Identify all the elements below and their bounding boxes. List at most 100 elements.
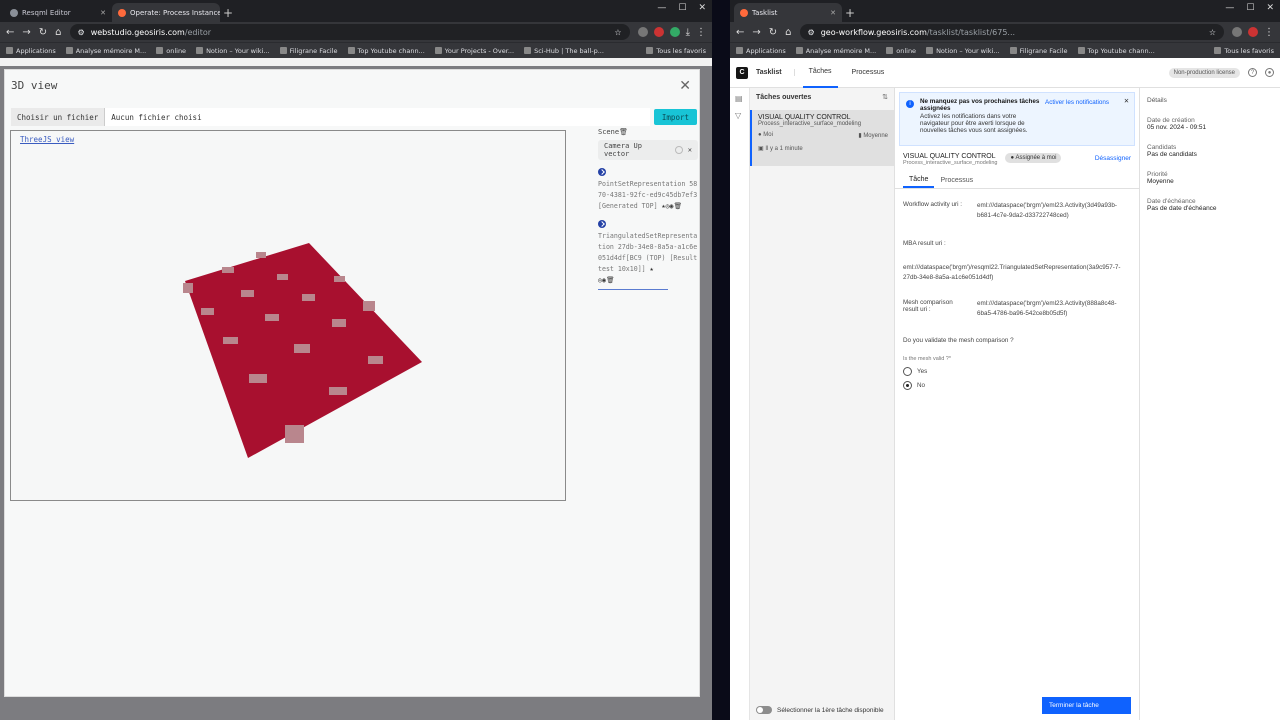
radio-no[interactable]: No <box>903 381 1131 390</box>
extension-icon[interactable] <box>1232 27 1242 37</box>
extension-icon[interactable] <box>1248 27 1258 37</box>
site-info-icon[interactable]: ⚙ <box>808 28 815 37</box>
trash-icon[interactable]: 🗑 <box>606 276 614 284</box>
site-info-icon[interactable]: ⚙ <box>78 28 85 37</box>
camera-up-checkbox[interactable] <box>674 146 683 154</box>
tab-resqml-editor[interactable]: Resqml Editor ✕ <box>4 3 112 22</box>
all-bookmarks[interactable]: Tous les favoris <box>1214 47 1274 55</box>
home-icon[interactable]: ⌂ <box>55 27 61 38</box>
enable-notifications-link[interactable]: Activer les notifications <box>1045 99 1109 106</box>
point-marker <box>285 425 304 443</box>
list-view-icon[interactable]: ▤ <box>730 88 749 109</box>
bookmark-item[interactable]: Filigrane Facile <box>1009 47 1068 55</box>
minimize-icon[interactable]: — <box>657 3 666 13</box>
minimize-icon[interactable]: — <box>1225 3 1234 13</box>
bookmark-item[interactable]: online <box>156 47 186 55</box>
forward-icon[interactable]: → <box>22 27 30 38</box>
url-path: /tasklist/tasklist/675... <box>926 27 1016 37</box>
tab-task[interactable]: Tâche <box>903 173 935 188</box>
task-card[interactable]: VISUAL QUALITY CONTROL Process_interacti… <box>750 110 894 166</box>
complete-task-button[interactable]: Terminer la tâche <box>1042 697 1131 714</box>
priority-value: Moyenne <box>1147 178 1174 185</box>
point-marker <box>249 374 267 383</box>
bookmark-item[interactable]: online <box>886 47 916 55</box>
radio-button[interactable] <box>903 367 912 376</box>
unassign-button[interactable]: Désassigner <box>1095 153 1131 162</box>
new-tab-button[interactable]: + <box>842 4 858 22</box>
tab-process[interactable]: Processus <box>934 173 979 188</box>
extension-icon[interactable] <box>669 27 680 37</box>
bookmark-item[interactable]: Applications <box>6 47 56 55</box>
field-label: MBA result uri : <box>903 240 946 247</box>
bookmark-item[interactable]: Top Youtube chann... <box>347 47 425 55</box>
surface-render <box>183 243 422 458</box>
star-icon[interactable]: ☆ <box>614 28 621 37</box>
radio-yes[interactable]: Yes <box>903 367 1131 376</box>
new-tab-button[interactable]: + <box>220 4 236 22</box>
close-window-icon[interactable]: ✕ <box>698 3 706 13</box>
tab-operate[interactable]: Operate: Process Instance 675 ✕ <box>112 3 220 22</box>
close-window-icon[interactable]: ✕ <box>1266 3 1274 13</box>
3d-viewport[interactable]: ThreeJS view <box>10 130 566 501</box>
maximize-icon[interactable]: ☐ <box>678 3 686 13</box>
nav-tasks[interactable]: Tâches <box>802 58 838 88</box>
tab-strip: Tasklist ✕ + — ☐ ✕ <box>730 0 1280 22</box>
file-input-row: Choisir un fichier Aucun fichier choisi … <box>11 108 697 126</box>
visible-toggle-icon[interactable] <box>598 220 606 228</box>
details-panel: Détails Date de création 05 nov. 2024 - … <box>1139 88 1280 720</box>
extension-icon[interactable] <box>637 27 648 37</box>
address-bar[interactable]: ⚙ webstudio.geosiris.com/editor ☆ <box>69 24 630 40</box>
app-name: Tasklist <box>756 69 795 76</box>
star-icon[interactable]: ☆ <box>1209 28 1216 37</box>
nav-processes[interactable]: Processus <box>846 58 891 88</box>
bookmark-item[interactable]: Sci-Hub | The ball-p... <box>524 47 604 55</box>
close-icon[interactable]: ✕ <box>1124 98 1129 105</box>
tab-title: Resqml Editor <box>22 8 71 17</box>
trash-icon[interactable]: 🗑 <box>619 128 628 136</box>
user-icon[interactable]: ● <box>1265 68 1274 77</box>
bookmark-item[interactable]: Applications <box>736 47 786 55</box>
close-icon[interactable]: ✕ <box>100 9 106 17</box>
tab-tasklist[interactable]: Tasklist ✕ <box>734 3 842 22</box>
forward-icon[interactable]: → <box>752 27 760 38</box>
close-icon[interactable]: ✕ <box>679 78 691 94</box>
reload-icon[interactable]: ↻ <box>39 27 47 38</box>
address-bar[interactable]: ⚙ geo-workflow.geosiris.com/tasklist/tas… <box>799 24 1224 40</box>
download-icon[interactable]: ⤓ <box>686 27 690 38</box>
menu-icon[interactable]: ⋮ <box>1264 27 1274 38</box>
filter-icon[interactable]: ▽ <box>730 109 749 122</box>
back-icon[interactable]: ← <box>736 27 744 38</box>
bookmark-item[interactable]: Top Youtube chann... <box>1077 47 1155 55</box>
choose-file-button[interactable]: Choisir un fichier <box>11 108 106 126</box>
bookmark-item[interactable]: Filigrane Facile <box>279 47 338 55</box>
close-icon[interactable]: ✕ <box>688 146 692 154</box>
auto-select-toggle[interactable] <box>756 706 772 714</box>
help-icon[interactable]: ? <box>1248 68 1257 77</box>
all-bookmarks[interactable]: Tous les favoris <box>646 47 706 55</box>
trash-icon[interactable]: 🗑 <box>673 202 681 210</box>
reload-icon[interactable]: ↻ <box>769 27 777 38</box>
visible-toggle-icon[interactable] <box>598 168 606 176</box>
back-icon[interactable]: ← <box>6 27 14 38</box>
bookmark-item[interactable]: Analyse mémoire M... <box>795 47 876 55</box>
home-icon[interactable]: ⌂ <box>785 27 791 38</box>
bookmark-item[interactable]: Analyse mémoire M... <box>65 47 146 55</box>
camera-up-vector-row[interactable]: Camera Up vector ✕ <box>598 140 698 160</box>
assigned-badge: ● Assignée à moi <box>1005 153 1062 163</box>
window-controls: — ☐ ✕ <box>657 3 706 13</box>
sort-icon[interactable]: ⇅ <box>882 93 888 101</box>
bookmark-item[interactable]: Notion – Your wiki... <box>926 47 1000 55</box>
close-icon[interactable]: ✕ <box>830 9 836 17</box>
bookmark-item[interactable]: Your Projects - Over... <box>434 47 514 55</box>
star-icon[interactable]: ★ <box>650 265 654 273</box>
import-button[interactable]: Import <box>653 109 697 125</box>
bookmark-item[interactable]: Notion – Your wiki... <box>196 47 270 55</box>
radio-label: Yes <box>917 368 928 375</box>
point-marker <box>363 301 375 311</box>
globe-icon <box>10 8 18 17</box>
menu-icon[interactable]: ⋮ <box>696 27 706 38</box>
radio-button-selected[interactable] <box>903 381 912 390</box>
bookmarks-bar: Applications Analyse mémoire M... online… <box>730 42 1280 58</box>
maximize-icon[interactable]: ☐ <box>1246 3 1254 13</box>
extension-icon[interactable] <box>653 27 664 37</box>
